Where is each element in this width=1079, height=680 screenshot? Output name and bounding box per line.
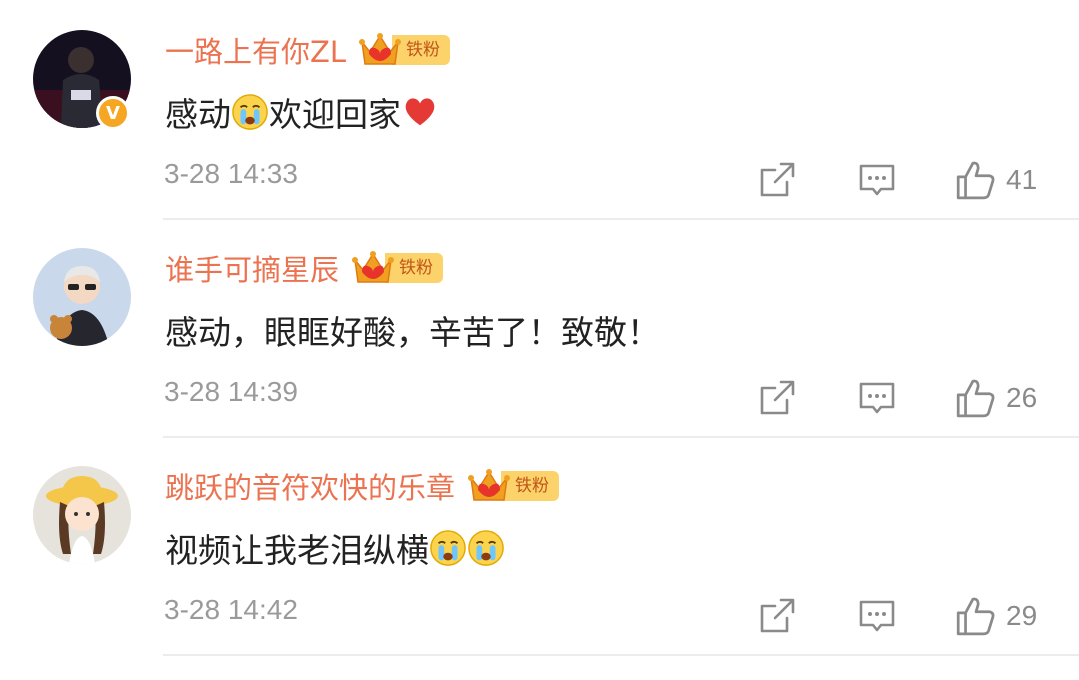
cry-emoji-icon [429,529,467,567]
comment-time: 3-28 14:42 [164,594,298,625]
divider [163,654,1079,656]
heart-emoji-icon [401,93,439,131]
like-button[interactable]: 26 [954,376,1037,420]
crown-icon [467,466,511,506]
like-button[interactable]: 41 [954,158,1037,202]
fan-badge[interactable]: 铁粉 [358,30,451,70]
comment-item: 谁手可摘星辰 铁粉 感动，眼眶好酸，辛苦了！致敬！ 3-28 14:39 26 [0,218,1079,438]
reply-button[interactable] [857,158,897,202]
comment-icon [857,596,897,636]
share-icon [757,160,797,200]
crown-icon [358,30,402,70]
thumbs-up-icon [954,377,996,419]
username[interactable]: 谁手可摘星辰 [165,247,339,289]
crown-icon [351,248,395,288]
avatar[interactable] [33,466,131,564]
username[interactable]: 跳跃的音符欢快的乐章 [165,465,455,507]
comment-text: 视频让我老泪纵横 [165,522,505,574]
reply-button[interactable] [857,376,897,420]
thumbs-up-icon [954,595,996,637]
comment-icon [857,160,897,200]
comment-text: 感动 欢迎回家 [165,86,439,138]
cry-emoji-icon [231,93,269,131]
comment-time: 3-28 14:39 [164,376,298,407]
comment-text: 感动，眼眶好酸，辛苦了！致敬！ [165,313,660,352]
share-button[interactable] [757,158,797,202]
like-count: 41 [1006,164,1038,195]
reply-button[interactable] [857,594,897,638]
share-icon [757,596,797,636]
fan-badge[interactable]: 铁粉 [467,466,560,506]
avatar[interactable] [33,248,131,346]
comment-time: 3-28 14:33 [164,158,298,189]
comment-icon [857,378,897,418]
like-count: 29 [1006,600,1038,631]
thumbs-up-icon [954,159,996,201]
comment-item: 跳跃的音符欢快的乐章 铁粉 视频让我老泪纵横 3-28 14:42 29 [0,436,1079,656]
share-button[interactable] [757,376,797,420]
like-button[interactable]: 29 [954,594,1037,638]
like-count: 26 [1006,382,1038,413]
comment-item: V 一路上有你ZL 铁粉 感动 欢迎回家 3-28 14:33 41 [0,0,1079,220]
verified-badge-icon: V [96,96,130,130]
cry-emoji-icon [467,529,505,567]
username[interactable]: 一路上有你ZL [165,29,346,71]
fan-badge[interactable]: 铁粉 [351,248,444,288]
share-icon [757,378,797,418]
share-button[interactable] [757,594,797,638]
